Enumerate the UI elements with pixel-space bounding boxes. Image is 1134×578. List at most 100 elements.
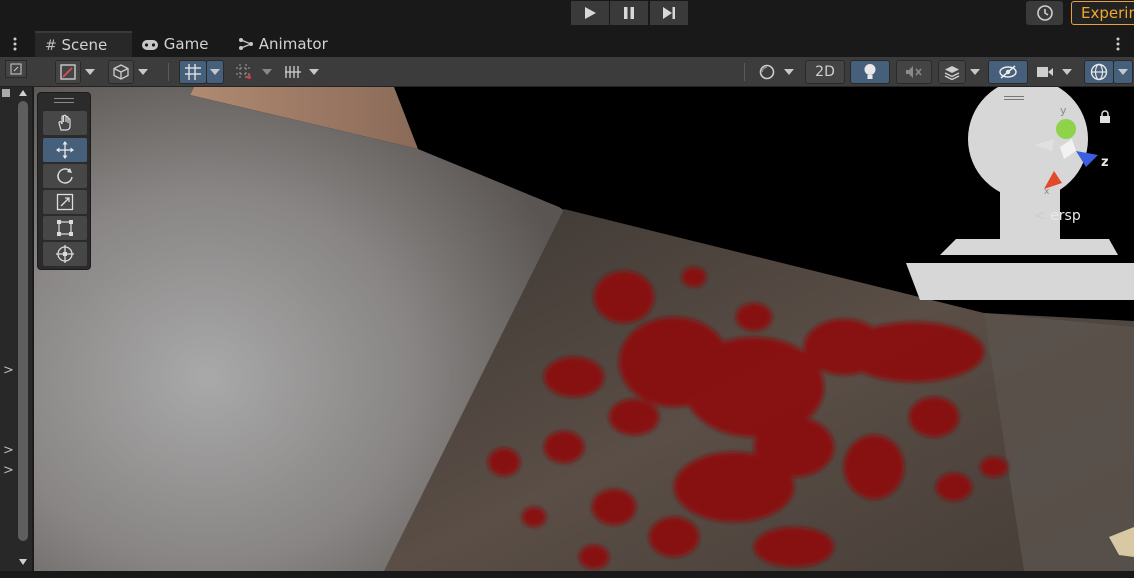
lightbulb-icon bbox=[864, 64, 876, 79]
step-icon bbox=[663, 7, 675, 19]
move-tool-button[interactable] bbox=[43, 138, 87, 162]
expand-arrow-icon[interactable]: > bbox=[3, 463, 14, 478]
gizmos-dropdown[interactable] bbox=[1113, 60, 1133, 84]
scroll-down-icon[interactable] bbox=[18, 558, 28, 566]
layers-icon bbox=[944, 66, 960, 80]
chevron-down-icon bbox=[309, 69, 319, 75]
axis-label-z: z bbox=[1101, 155, 1109, 170]
tab-game-label: Game bbox=[163, 35, 209, 53]
gizmos-toggle[interactable] bbox=[1084, 60, 1114, 84]
scroll-up-icon[interactable] bbox=[18, 89, 28, 97]
expand-arrow-icon[interactable]: > bbox=[3, 363, 14, 378]
chevron-down-icon bbox=[1118, 69, 1128, 75]
chevron-down-icon bbox=[784, 69, 794, 75]
maximize-icon bbox=[10, 63, 22, 75]
cube-icon bbox=[113, 64, 129, 80]
chevron-down-icon bbox=[970, 69, 980, 75]
collapse-icon[interactable] bbox=[2, 89, 10, 97]
mode-2d-button[interactable]: 2D bbox=[805, 60, 845, 84]
camera-settings-button[interactable] bbox=[1032, 60, 1058, 84]
effects-button[interactable] bbox=[938, 60, 966, 84]
snap-increment-icon bbox=[236, 64, 252, 80]
gizmo-drag-handle[interactable] bbox=[1004, 96, 1024, 104]
shading-mode-button[interactable] bbox=[108, 60, 134, 84]
hidden-eye-icon bbox=[999, 65, 1017, 79]
axis-label-y: y bbox=[1060, 104, 1067, 117]
history-button[interactable] bbox=[1026, 1, 1063, 25]
incremental-snap-dropdown[interactable] bbox=[258, 60, 276, 84]
sphere-icon bbox=[759, 64, 775, 80]
rotate-icon bbox=[57, 168, 73, 184]
mute-icon bbox=[906, 66, 922, 78]
toolbar-separator-right bbox=[744, 63, 745, 81]
expand-arrow-icon[interactable]: > bbox=[3, 443, 14, 458]
audio-toggle[interactable] bbox=[896, 60, 932, 84]
z-axis-cone-icon[interactable] bbox=[1076, 151, 1098, 167]
scale-tool-button[interactable] bbox=[43, 190, 87, 214]
scene-visibility-toggle[interactable] bbox=[988, 60, 1028, 84]
play-toolbar: Experim bbox=[0, 0, 1134, 30]
experimental-badge[interactable]: Experim bbox=[1071, 1, 1134, 25]
grid-snap-icon bbox=[185, 64, 201, 80]
animator-icon bbox=[239, 38, 253, 50]
kebab-menu-icon[interactable] bbox=[11, 37, 19, 51]
tab-scene[interactable]: # Scene bbox=[35, 31, 132, 57]
maximize-panel-button[interactable] bbox=[5, 60, 27, 78]
pause-button[interactable] bbox=[610, 1, 648, 25]
effects-dropdown[interactable] bbox=[966, 60, 984, 84]
tab-game[interactable]: Game bbox=[141, 31, 208, 57]
grid-snap-dropdown[interactable] bbox=[206, 60, 224, 84]
panel-menu-icon[interactable] bbox=[1114, 37, 1122, 51]
move-icon bbox=[56, 141, 74, 159]
play-button[interactable] bbox=[571, 1, 609, 25]
chevron-down-icon bbox=[210, 69, 220, 75]
palette-drag-handle[interactable] bbox=[54, 98, 74, 103]
projection-toggle[interactable]: < ersp bbox=[1034, 208, 1081, 224]
lighting-toggle[interactable] bbox=[850, 60, 890, 84]
tool-palette bbox=[37, 92, 91, 270]
transform-tool-button[interactable] bbox=[43, 242, 87, 266]
scene-viewport[interactable]: y z x < ersp bbox=[34, 87, 1134, 571]
y-axis-cone-icon[interactable] bbox=[1056, 119, 1076, 139]
status-bar bbox=[0, 571, 1134, 578]
projection-label: ersp bbox=[1050, 208, 1081, 224]
tab-row: # Scene Game Animator bbox=[0, 31, 1134, 57]
draw-mode-button[interactable] bbox=[55, 60, 81, 84]
draw-mode-dropdown[interactable] bbox=[81, 60, 99, 84]
ruler-icon bbox=[285, 66, 301, 78]
incremental-snap-button[interactable] bbox=[230, 60, 258, 84]
vertical-scrollbar[interactable] bbox=[18, 101, 28, 541]
ruler-button[interactable] bbox=[281, 60, 305, 84]
grid-snap-button[interactable] bbox=[179, 60, 207, 84]
render-mode-dropdown[interactable] bbox=[780, 60, 798, 84]
toolbar-separator bbox=[168, 63, 169, 81]
rect-tool-button[interactable] bbox=[43, 216, 87, 240]
history-icon bbox=[1036, 5, 1053, 21]
rotate-tool-button[interactable] bbox=[43, 164, 87, 188]
chevron-down-icon bbox=[1062, 69, 1072, 75]
tab-animator-label: Animator bbox=[258, 35, 328, 53]
camera-settings-dropdown[interactable] bbox=[1058, 60, 1076, 84]
chevron-down-icon bbox=[85, 69, 95, 75]
step-button[interactable] bbox=[650, 1, 688, 25]
ruler-dropdown[interactable] bbox=[305, 60, 323, 84]
gamepad-icon bbox=[142, 40, 158, 50]
tab-scene-label: Scene bbox=[61, 36, 108, 54]
tab-animator[interactable]: Animator bbox=[238, 31, 328, 57]
scale-icon bbox=[56, 193, 74, 211]
scene-render bbox=[34, 87, 1134, 571]
hand-tool-button[interactable] bbox=[43, 111, 87, 135]
draw-mode-icon bbox=[60, 64, 76, 80]
gizmo-sphere-icon bbox=[1090, 63, 1108, 81]
rect-transform-icon bbox=[57, 220, 73, 236]
hand-icon bbox=[58, 114, 71, 131]
chevron-left-icon: < bbox=[1034, 208, 1046, 224]
transform-icon bbox=[56, 245, 74, 263]
shading-mode-dropdown[interactable] bbox=[134, 60, 152, 84]
axis-label-x: x bbox=[1044, 187, 1050, 197]
render-mode-button[interactable] bbox=[754, 60, 780, 84]
pause-icon bbox=[624, 7, 634, 19]
grid-icon: # bbox=[45, 38, 57, 54]
chevron-down-icon bbox=[138, 69, 148, 75]
play-icon bbox=[585, 7, 596, 19]
